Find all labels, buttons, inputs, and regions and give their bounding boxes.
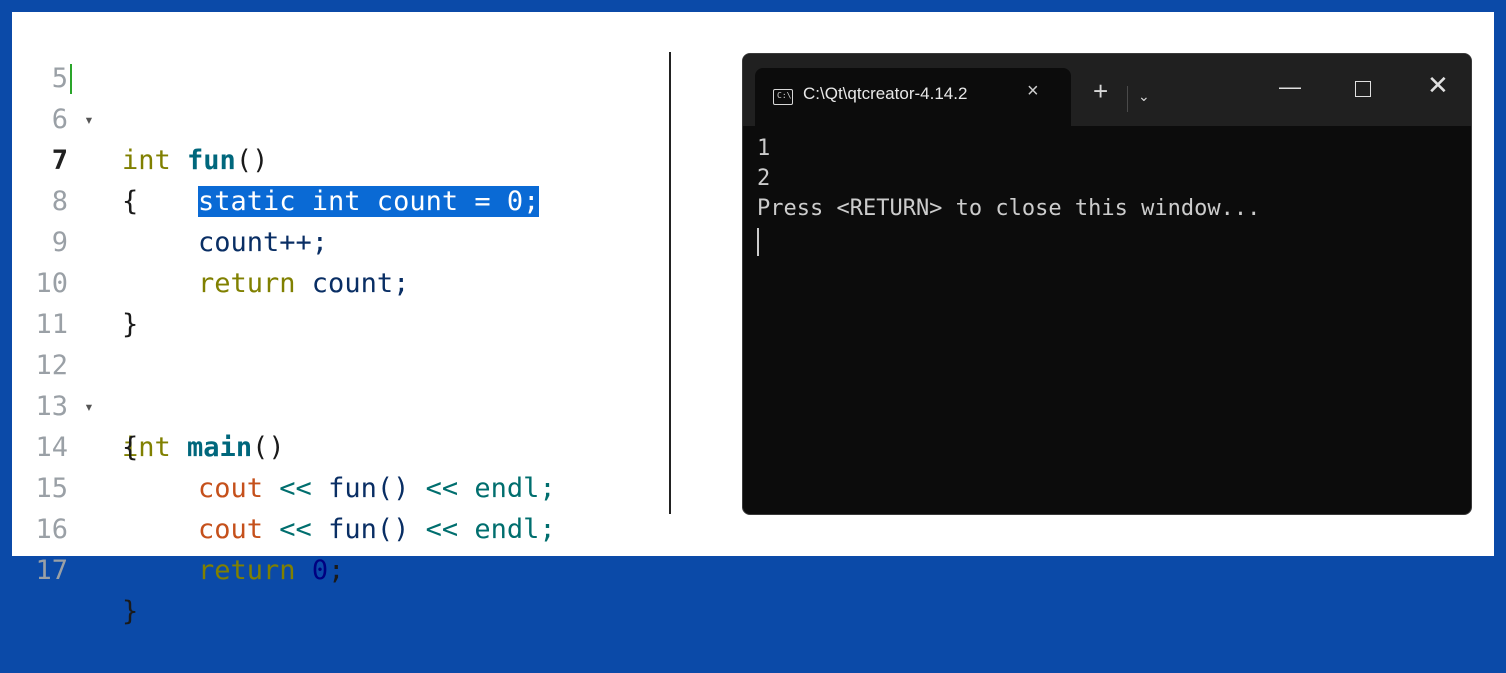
code-line-current: 7 static int count = 0; xyxy=(12,99,652,217)
tab-title: C:\Qt\qtcreator-4.14.2 xyxy=(803,84,968,103)
line-number: 17 xyxy=(35,555,68,586)
terminal-window[interactable]: C:\ C:\Qt\qtcreator-4.14.2 × + ⌄ — ✕ 1 2 P… xyxy=(742,53,1472,515)
maximize-button[interactable] xyxy=(1355,81,1371,97)
text-cursor xyxy=(757,228,759,256)
terminal-tab[interactable]: C:\ C:\Qt\qtcreator-4.14.2 × xyxy=(755,68,1071,126)
code-editor[interactable]: 5 ▾ int fun() 6 { 7 static int count = 0… xyxy=(12,12,662,627)
pane-divider xyxy=(669,52,671,514)
code-text: } xyxy=(122,596,139,627)
terminal-output[interactable]: 1 2 Press <RETURN> to close this window... xyxy=(757,134,1260,224)
code-line: 9 return count; xyxy=(12,181,652,299)
dropdown-chevron-icon[interactable]: ⌄ xyxy=(1138,88,1150,105)
code-line: 13 { xyxy=(12,345,652,463)
terminal-titlebar[interactable]: C:\ C:\Qt\qtcreator-4.14.2 × + ⌄ — ✕ xyxy=(743,54,1471,126)
tab-close-icon[interactable]: × xyxy=(1027,80,1039,103)
code-line: 15 cout << fun() << endl; xyxy=(12,427,652,545)
new-tab-button[interactable]: + xyxy=(1093,76,1108,107)
modified-line-marker xyxy=(70,64,72,94)
screenshot-frame: 5 ▾ int fun() 6 { 7 static int count = 0… xyxy=(12,12,1494,627)
code-line: 17 } xyxy=(12,509,652,627)
code-line: 8 count++; xyxy=(12,140,652,258)
code-line: 5 ▾ int fun() xyxy=(12,17,652,176)
code-line: 6 { xyxy=(12,58,652,217)
code-line: 16 return 0; xyxy=(12,468,652,586)
close-window-button[interactable]: ✕ xyxy=(1427,70,1449,101)
minimize-button[interactable]: — xyxy=(1279,74,1301,100)
output-line: 2 xyxy=(757,166,771,191)
code-line: 10 } xyxy=(12,222,652,340)
code-text: return 0; xyxy=(198,555,345,586)
code-line: 12 ▾ int main() xyxy=(12,304,652,463)
code-line: 11 xyxy=(12,263,652,340)
output-line: Press <RETURN> to close this window... xyxy=(757,196,1261,221)
output-line: 1 xyxy=(757,136,771,161)
console-icon: C:\ xyxy=(773,89,793,105)
code-line: 14 cout << fun() << endl; xyxy=(12,386,652,504)
titlebar-separator xyxy=(1127,86,1128,112)
